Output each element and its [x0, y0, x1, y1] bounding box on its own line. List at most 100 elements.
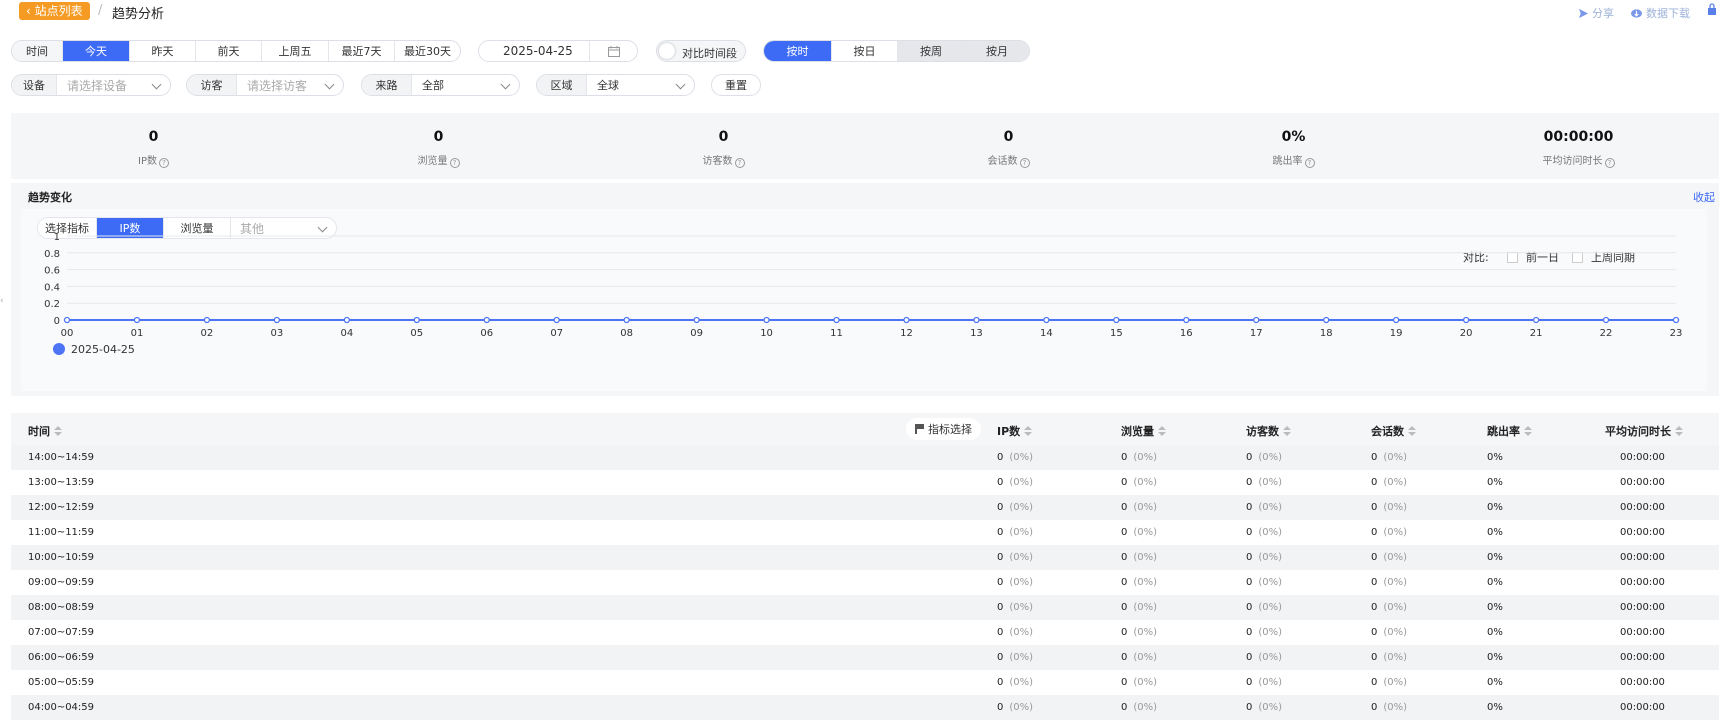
help-icon[interactable]: ? [1304, 158, 1315, 168]
granularity-day[interactable]: 按日 [831, 41, 897, 61]
granularity-hour[interactable]: 按时 [764, 41, 831, 61]
cell-value: 0% [1487, 577, 1503, 588]
granularity-week[interactable]: 按周 [897, 41, 964, 61]
visitor-select[interactable]: 请选择访客 [237, 75, 343, 95]
table-row: 09:00~09:59 0 (0%) 0 (0%) 0 (0%) 0 (0%) 0% 00:00:0… [11, 570, 1719, 595]
range-last-friday[interactable]: 上周五 [261, 41, 328, 61]
help-icon[interactable]: ? [158, 158, 169, 168]
cell-sess: 0 (0%) [1371, 702, 1407, 713]
cell-value: 0 [1371, 702, 1378, 713]
cell-avg: 00:00:00 [1620, 602, 1665, 613]
data-point [203, 316, 211, 324]
data-point [1602, 316, 1610, 324]
cell-percent: (0%) [1258, 527, 1283, 538]
cell-value: 0 [1121, 702, 1128, 713]
cell-sess: 0 (0%) [1371, 502, 1407, 513]
table-row: 12:00~12:59 0 (0%) 0 (0%) 0 (0%) 0 (0%) 0% 00:00:0… [11, 495, 1719, 520]
cell-value: 00:00:00 [1620, 702, 1665, 713]
cell-value: 00:00:00 [1620, 552, 1665, 563]
region-select[interactable]: 全球 [587, 75, 694, 95]
cell-ip: 0 (0%) [997, 502, 1033, 513]
region-filter-label: 区域 [537, 75, 587, 95]
reset-button[interactable]: 重置 [711, 74, 761, 96]
range-day-before[interactable]: 前天 [195, 41, 261, 61]
cell-value: 0% [1487, 652, 1503, 663]
date-picker[interactable]: 2025-04-25 [478, 40, 638, 62]
y-tick-label: 0.6 [44, 266, 60, 277]
cell-bounce: 0% [1487, 577, 1503, 588]
help-icon[interactable]: ? [734, 158, 745, 168]
cell-percent: (0%) [1009, 577, 1034, 588]
cell-percent: (0%) [1009, 602, 1034, 613]
range-today[interactable]: 今天 [62, 41, 129, 61]
header-ip[interactable]: IP数 [997, 423, 1033, 439]
data-table: 时间 指标选择 IP数 浏览量 访客数 会话数 跳出率 平均访问时长 14:00… [11, 413, 1719, 720]
cell-value: 0 [1246, 502, 1253, 513]
range-yesterday[interactable]: 昨天 [129, 41, 195, 61]
x-tick-label: 08 [620, 328, 633, 339]
sort-icon[interactable] [1524, 426, 1532, 436]
cell-percent: (0%) [1258, 677, 1283, 688]
x-tick-label: 20 [1460, 328, 1473, 339]
collapse-sidebar-icon[interactable]: ‹ [0, 296, 7, 312]
cell-time: 09:00~09:59 [28, 577, 94, 588]
source-select[interactable]: 全部 [412, 75, 519, 95]
header-visitors[interactable]: 访客数 [1246, 423, 1291, 439]
x-tick-label: 02 [201, 328, 214, 339]
region-filter[interactable]: 区域 全球 [536, 74, 695, 96]
back-to-site-list-button[interactable]: ‹ 站点列表 [19, 2, 90, 20]
data-point [1183, 316, 1190, 324]
x-tick-label: 13 [970, 328, 983, 339]
device-filter[interactable]: 设备 请选择设备 [11, 74, 171, 96]
source-filter[interactable]: 来路 全部 [361, 74, 520, 96]
cell-avg: 00:00:00 [1620, 502, 1665, 513]
help-icon[interactable]: ? [1019, 158, 1030, 168]
download-button[interactable]: 数据下载 [1630, 5, 1690, 21]
share-button[interactable]: 分享 [1578, 5, 1614, 21]
range-last-30-days[interactable]: 最近30天 [394, 41, 460, 61]
help-icon[interactable]: ? [449, 158, 460, 168]
sort-icon[interactable] [1024, 426, 1033, 436]
cell-avg: 00:00:00 [1620, 652, 1665, 663]
cell-percent: (0%) [1009, 627, 1034, 638]
sort-icon[interactable] [1675, 426, 1683, 436]
sort-icon[interactable] [1408, 426, 1416, 436]
cell-value: 0 [1121, 477, 1128, 488]
stat-label: 访客数 [702, 156, 733, 167]
header-label: 访客数 [1246, 425, 1279, 438]
granularity-selector: 按时 按日 按周 按月 [763, 40, 1030, 62]
cell-value: 12:00~12:59 [28, 502, 95, 513]
lock-icon[interactable] [1707, 3, 1717, 15]
cell-value: 0 [1121, 652, 1128, 663]
cell-avg: 00:00:00 [1620, 477, 1665, 488]
header-time[interactable]: 时间 [28, 423, 62, 439]
header-sessions[interactable]: 会话数 [1371, 423, 1416, 439]
header-bounce-rate[interactable]: 跳出率 [1487, 423, 1532, 439]
cell-uv: 0 (0%) [1246, 677, 1282, 688]
sort-icon[interactable] [1283, 426, 1291, 436]
cell-time: 04:00~04:59 [28, 702, 94, 713]
cell-value: 0 [1371, 452, 1378, 463]
cell-value: 0% [1487, 627, 1503, 638]
cell-ip: 0 (0%) [997, 627, 1033, 638]
calendar-icon[interactable] [608, 46, 620, 57]
header-avg-duration[interactable]: 平均访问时长 [1605, 423, 1683, 439]
cell-value: 07:00~07:59 [28, 627, 95, 638]
help-icon[interactable]: ? [1604, 158, 1615, 168]
range-last-7-days[interactable]: 最近7天 [328, 41, 394, 61]
sort-icon[interactable] [1158, 426, 1166, 436]
data-point [623, 316, 630, 324]
sort-icon[interactable] [54, 426, 62, 436]
visitor-filter[interactable]: 访客 请选择访客 [186, 74, 344, 96]
device-select[interactable]: 请选择设备 [57, 75, 170, 95]
metric-pick-button[interactable]: 指标选择 [906, 418, 981, 440]
cell-ip: 0 (0%) [997, 527, 1033, 538]
cell-percent: (0%) [1258, 627, 1283, 638]
data-point [553, 316, 560, 324]
header-pageviews[interactable]: 浏览量 [1121, 423, 1166, 439]
cell-sess: 0 (0%) [1371, 602, 1407, 613]
granularity-month[interactable]: 按月 [964, 41, 1029, 61]
compare-period-toggle[interactable]: 对比时间段 [656, 40, 746, 62]
cell-value: 0 [997, 602, 1004, 613]
cell-value: 0 [1246, 652, 1253, 663]
